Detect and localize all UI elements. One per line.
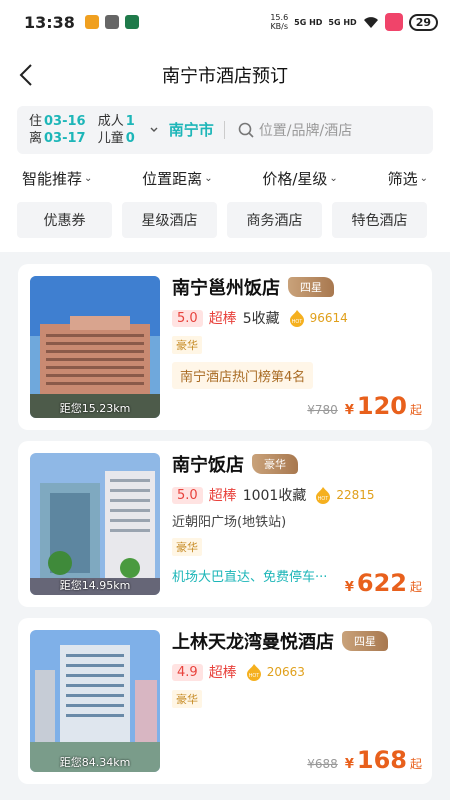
- hot-index: HOT 96614: [286, 309, 348, 327]
- distance-label: 距您15.23km: [59, 402, 131, 415]
- checkout-date: 03-17: [44, 131, 86, 146]
- hotel-photo: 距您84.34km: [30, 630, 160, 772]
- current-price: 622: [356, 569, 407, 597]
- luxury-tag: 豪华: [172, 690, 202, 708]
- search-icon: [238, 122, 254, 138]
- rank-badge: 南宁酒店热门榜第4名: [172, 362, 314, 389]
- hot-flame-icon: HOT: [289, 310, 304, 327]
- svg-text:HOT: HOT: [291, 319, 302, 325]
- filter-panel: 智能推荐 ⌄ 位置距离 ⌄ 价格/星级 ⌄ 筛选 ⌄ 优惠券 星级酒店 商务酒店 特色酒…: [0, 162, 450, 252]
- hotel-address: 近朝阳广场(地铁站): [172, 515, 287, 530]
- hotel-name: 南宁邕州饭店: [172, 278, 280, 299]
- city-selector[interactable]: 南宁市: [169, 121, 225, 139]
- caret-down-icon: ⌄: [329, 172, 338, 184]
- svg-text:HOT: HOT: [318, 496, 329, 502]
- page-title: 南宁市酒店预订: [162, 66, 288, 87]
- app-badge-icon: [384, 13, 403, 31]
- hotel-photo: 距您14.95km: [30, 453, 160, 595]
- battery-icon: 29: [408, 13, 438, 31]
- wifi-icon: [363, 16, 378, 28]
- original-price: ¥688: [307, 757, 338, 771]
- checkin-date: 03-16: [44, 114, 86, 129]
- sim2-signal-icon: 5G HD: [328, 17, 357, 27]
- sim1-signal-icon: 5G HD: [294, 17, 323, 27]
- svg-text:HOT: HOT: [248, 673, 259, 679]
- quick-tags: 优惠券 星级酒店 商务酒店 特色酒店: [0, 194, 450, 238]
- sort-distance[interactable]: 位置距离 ⌄: [142, 168, 212, 189]
- luxury-tag: 豪华: [172, 336, 202, 354]
- net-speed: 15.6 KB/s: [270, 13, 289, 31]
- hotel-list: 距您15.23km 南宁邕州饭店 四星 5.0 超棒 5收藏 HOT 96614…: [0, 252, 450, 800]
- notification-app-icon: [124, 15, 139, 29]
- hot-index: HOT 22815: [312, 486, 375, 504]
- rating-text: 超棒: [208, 665, 237, 681]
- hotel-photo: 距您15.23km: [30, 276, 160, 418]
- price-block: ¥ 622 起: [344, 569, 422, 597]
- rating-score: 5.0: [172, 309, 203, 327]
- sort-price-star[interactable]: 价格/星级 ⌄: [262, 168, 337, 189]
- hot-flame-icon: HOT: [316, 487, 331, 504]
- search-bar: 住 03-16 成人 1 离 03-17 儿童 0 南宁市 位置/品牌/酒店: [17, 106, 433, 154]
- rating-text: 超棒: [208, 488, 237, 504]
- back-icon[interactable]: [12, 60, 42, 90]
- caret-down-icon: ⌄: [204, 172, 213, 184]
- tag-coupon[interactable]: 优惠券: [17, 202, 112, 238]
- hotel-name: 上林天龙湾曼悦酒店: [172, 632, 334, 653]
- tag-business-hotel[interactable]: 商务酒店: [227, 202, 322, 238]
- notification-person-icon: [104, 15, 119, 29]
- page-header: 南宁市酒店预订: [0, 44, 450, 106]
- hotel-card[interactable]: 距您84.34km 上林天龙湾曼悦酒店 四星 4.9 超棒 HOT 20663 …: [18, 618, 432, 784]
- hotel-name: 南宁饭店: [172, 455, 244, 476]
- hot-flame-icon: HOT: [246, 664, 261, 681]
- favorites-count: 5收藏: [242, 311, 280, 327]
- sort-filter[interactable]: 筛选 ⌄: [388, 168, 428, 189]
- star-badge: 豪华: [252, 454, 298, 474]
- notification-heart-icon: [84, 15, 99, 29]
- hotel-card[interactable]: 距您14.95km 南宁饭店 豪华 5.0 超棒 1001收藏 HOT 2281…: [18, 441, 432, 607]
- caret-down-icon: ⌄: [419, 172, 428, 184]
- hot-index: HOT 20663: [243, 663, 305, 681]
- sort-row: 智能推荐 ⌄ 位置距离 ⌄ 价格/星级 ⌄ 筛选 ⌄: [0, 162, 450, 194]
- price-block: ¥688 ¥ 168 起: [307, 746, 422, 774]
- status-bar: 13:38 15.6 KB/s 5G HD 5G HD 29: [0, 0, 450, 44]
- adults-count: 1: [125, 114, 135, 129]
- tag-star-hotel[interactable]: 星级酒店: [122, 202, 217, 238]
- distance-label: 距您84.34km: [59, 756, 131, 769]
- current-price: 120: [356, 392, 407, 420]
- caret-down-icon: ⌄: [84, 172, 93, 184]
- children-count: 0: [125, 131, 135, 146]
- sort-smart[interactable]: 智能推荐 ⌄: [22, 168, 92, 189]
- luxury-tag: 豪华: [172, 538, 202, 556]
- distance-label: 距您14.95km: [59, 579, 131, 592]
- rating-score: 5.0: [172, 486, 203, 504]
- tag-feature-hotel[interactable]: 特色酒店: [332, 202, 427, 238]
- favorites-count: 1001收藏: [242, 488, 307, 504]
- date-guest-picker[interactable]: 住 03-16 成人 1 离 03-17 儿童 0: [29, 113, 137, 147]
- chevron-down-icon[interactable]: [149, 125, 159, 135]
- rating-text: 超棒: [208, 311, 237, 327]
- original-price: ¥780: [307, 403, 338, 417]
- star-badge: 四星: [342, 631, 388, 651]
- rating-score: 4.9: [172, 663, 203, 681]
- search-input[interactable]: 位置/品牌/酒店: [259, 120, 352, 140]
- price-block: ¥780 ¥ 120 起: [307, 392, 422, 420]
- star-badge: 四星: [288, 277, 334, 297]
- hotel-card[interactable]: 距您15.23km 南宁邕州饭店 四星 5.0 超棒 5收藏 HOT 96614…: [18, 264, 432, 430]
- status-time: 13:38: [24, 12, 75, 32]
- current-price: 168: [356, 746, 407, 774]
